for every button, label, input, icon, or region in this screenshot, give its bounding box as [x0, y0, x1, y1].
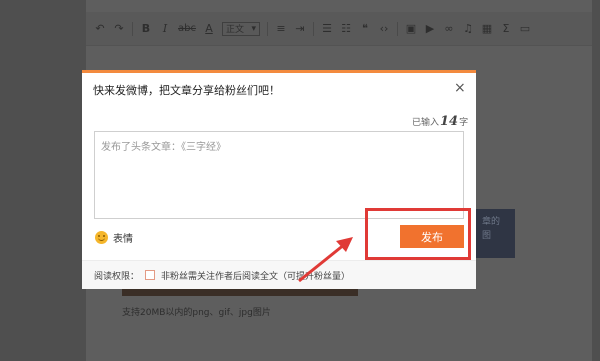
side-tooltip-line: 图 — [482, 231, 492, 241]
editor-toolbar: ↶ ↷ B I abc A 正文 ▾ ≡ ⇥ ☰ ☷ ❝ ‹› ▣ ▶ ∞ ♫ … — [86, 12, 592, 46]
right-backdrop — [592, 0, 600, 361]
more-icon[interactable]: ▭ — [519, 22, 531, 35]
dialog-title: 快来发微博，把文章分享给粉丝们吧！ — [93, 84, 280, 97]
chevron-down-icon: ▾ — [251, 23, 256, 34]
code-icon[interactable]: ‹› — [378, 22, 390, 35]
toolbar-divider — [313, 21, 314, 36]
italic-icon[interactable]: I — [159, 22, 171, 35]
smiley-icon — [95, 231, 108, 244]
side-tooltip-line: 章的 — [482, 217, 501, 227]
counter-suffix: 字 — [459, 118, 469, 128]
toolbar-divider — [132, 21, 133, 36]
list-icon[interactable]: ☰ — [321, 22, 333, 35]
paragraph-style-value: 正文 — [226, 25, 245, 35]
paragraph-style-select[interactable]: 正文 ▾ — [222, 21, 260, 36]
counter-value: 14 — [440, 114, 459, 129]
read-permission-label: 阅读权限： — [94, 271, 140, 282]
video-icon[interactable]: ▶ — [424, 22, 436, 35]
music-icon[interactable]: ♫ — [462, 22, 474, 35]
bold-icon[interactable]: B — [140, 22, 152, 35]
undo-icon[interactable]: ↶ — [94, 22, 106, 35]
image-upload-hint: 支持20MB以内的png、gif、jpg图片 — [122, 308, 271, 318]
formula-icon[interactable]: Σ — [500, 22, 512, 35]
toolbar-divider — [397, 21, 398, 36]
counter-prefix: 已输入 — [412, 118, 440, 128]
emoji-label: 表情 — [113, 234, 133, 245]
close-icon[interactable]: × — [454, 80, 466, 96]
highlight-box — [365, 208, 471, 260]
read-permission-bar: 阅读权限： 非粉丝需关注作者后阅读全文（可提升粉丝量） — [82, 260, 476, 289]
grid-icon[interactable]: ▦ — [481, 22, 493, 35]
font-color-icon[interactable]: A — [203, 22, 215, 35]
indent-icon[interactable]: ⇥ — [294, 22, 306, 35]
follow-required-checkbox[interactable] — [145, 270, 156, 280]
share-text-input[interactable]: 发布了头条文章：《三字经》 — [94, 131, 464, 219]
redo-icon[interactable]: ↷ — [113, 22, 125, 35]
left-backdrop — [0, 0, 86, 361]
image-icon[interactable]: ▣ — [405, 22, 417, 35]
ordered-list-icon[interactable]: ☷ — [340, 22, 352, 35]
strikethrough-icon[interactable]: abc — [178, 23, 196, 35]
link-icon[interactable]: ∞ — [443, 22, 455, 35]
toolbar-divider — [267, 21, 268, 36]
quote-icon[interactable]: ❝ — [359, 22, 371, 35]
character-counter: 已输入 14 字 — [412, 115, 468, 128]
annotation-arrow-icon — [298, 237, 353, 283]
emoji-button[interactable]: 表情 — [95, 230, 133, 245]
align-icon[interactable]: ≡ — [275, 22, 287, 35]
